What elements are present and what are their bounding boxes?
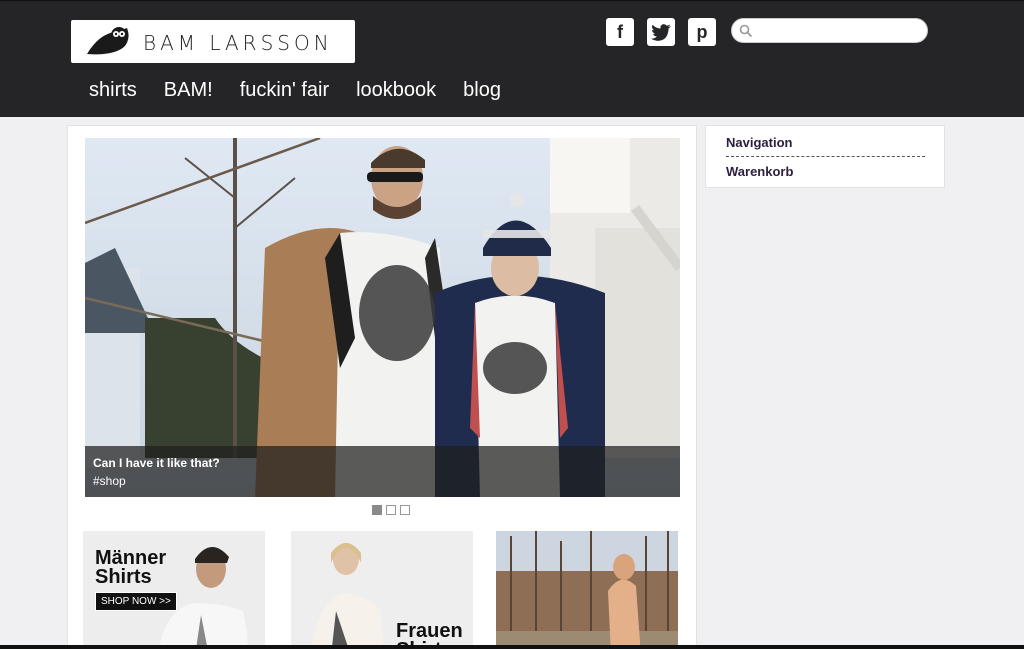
nav-item-bam[interactable]: BAM!	[164, 79, 213, 102]
nav-item-blog[interactable]: blog	[463, 79, 501, 102]
search-box[interactable]	[731, 18, 928, 43]
sidebar-item-cart[interactable]: Warenkorb	[726, 164, 793, 179]
twitter-icon[interactable]	[647, 18, 675, 46]
tile-men-shirts[interactable]: Männer Shirts SHOP NOW >>	[83, 531, 265, 649]
header-bar: BAM LARSSON shirts BAM! fuckin' fair loo…	[0, 0, 1024, 117]
main-content: Can I have it like that? #shop Männer Sh…	[67, 125, 697, 649]
tile-women-shirts[interactable]: Frauen Shirts	[291, 531, 473, 649]
nav-item-fuckin-fair[interactable]: fuckin' fair	[240, 79, 329, 102]
lookbook-image	[496, 531, 678, 649]
nav-item-shirts[interactable]: shirts	[89, 79, 137, 102]
sidebar-item-navigation[interactable]: Navigation	[726, 135, 792, 150]
search-input[interactable]	[754, 22, 922, 40]
caption-title: Can I have it like that?	[93, 456, 220, 470]
sidebar-divider	[726, 156, 925, 157]
sidebar-box: Navigation Warenkorb	[705, 125, 945, 188]
caption-tag: #shop	[93, 474, 126, 488]
hero-image	[85, 138, 680, 497]
search-icon	[739, 24, 753, 38]
slider-dot-2[interactable]	[386, 505, 396, 515]
slide-caption: Can I have it like that? #shop	[85, 446, 680, 497]
pinterest-icon[interactable]: p	[688, 18, 716, 46]
nav-item-lookbook[interactable]: lookbook	[356, 79, 436, 102]
hero-slider[interactable]: Can I have it like that? #shop	[85, 138, 680, 497]
facebook-icon[interactable]: f	[606, 18, 634, 46]
slider-dot-1[interactable]	[372, 505, 382, 515]
owl-logo-icon	[87, 27, 129, 55]
main-nav: shirts BAM! fuckin' fair lookbook blog	[89, 79, 528, 102]
brand-name: BAM LARSSON	[143, 31, 333, 55]
slider-dots	[372, 505, 410, 515]
window-bottom-edge	[0, 645, 1024, 649]
logo[interactable]: BAM LARSSON	[71, 20, 355, 63]
tile-lookbook[interactable]	[496, 531, 678, 649]
men-title-line-2: Shirts	[95, 566, 152, 588]
slider-dot-3[interactable]	[400, 505, 410, 515]
shop-now-button[interactable]: SHOP NOW >>	[95, 592, 177, 611]
twitter-bird-icon	[651, 23, 671, 41]
